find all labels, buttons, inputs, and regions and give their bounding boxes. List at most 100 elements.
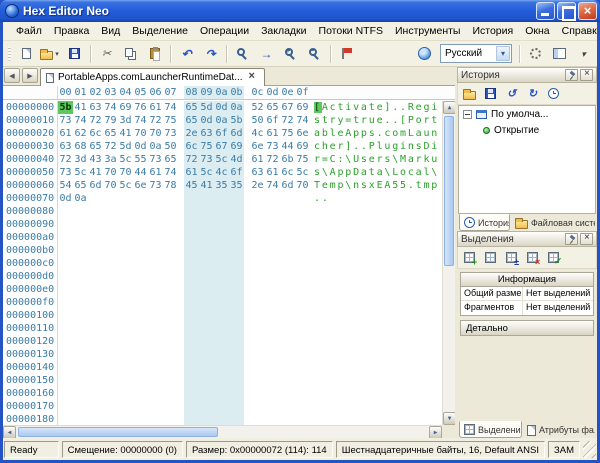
- hex-byte-cell[interactable]: [58, 270, 73, 283]
- hex-byte-cell[interactable]: 6b: [280, 153, 295, 166]
- ascii-cell[interactable]: Temp\nsxEA55.tmp: [314, 179, 440, 192]
- hex-byte-cell[interactable]: 6e: [295, 127, 310, 140]
- hex-byte-cell[interactable]: 69: [295, 140, 310, 153]
- hex-byte-cell[interactable]: [133, 231, 148, 244]
- hex-byte-cell[interactable]: [280, 270, 295, 283]
- hex-byte-cell[interactable]: [118, 205, 133, 218]
- hex-byte-cell[interactable]: 63: [250, 166, 265, 179]
- hex-byte-cell[interactable]: [250, 374, 265, 387]
- hex-byte-cell[interactable]: [199, 218, 214, 231]
- hex-byte-cell[interactable]: [214, 335, 229, 348]
- hex-byte-cell[interactable]: [184, 270, 199, 283]
- hex-byte-cell[interactable]: 62: [73, 127, 88, 140]
- hex-byte-cell[interactable]: [148, 218, 163, 231]
- hex-byte-cell[interactable]: [73, 309, 88, 322]
- hex-byte-cell[interactable]: [280, 257, 295, 270]
- hex-byte-cell[interactable]: [184, 322, 199, 335]
- hex-byte-cell[interactable]: [148, 283, 163, 296]
- hex-byte-cell[interactable]: [229, 218, 244, 231]
- hex-byte-cell[interactable]: [73, 374, 88, 387]
- hex-byte-cell[interactable]: [103, 322, 118, 335]
- hex-byte-cell[interactable]: [250, 296, 265, 309]
- hex-byte-cell[interactable]: 41: [88, 166, 103, 179]
- hex-byte-cell[interactable]: 61: [265, 166, 280, 179]
- panel-tab[interactable]: История: [459, 214, 510, 231]
- hex-byte-cell[interactable]: [103, 374, 118, 387]
- hex-byte-cell[interactable]: [184, 387, 199, 400]
- hex-byte-cell[interactable]: [58, 387, 73, 400]
- hex-byte-cell[interactable]: [199, 283, 214, 296]
- hex-byte-cell[interactable]: [280, 374, 295, 387]
- hex-byte-cell[interactable]: [163, 192, 178, 205]
- hex-byte-cell[interactable]: [214, 270, 229, 283]
- ascii-cell[interactable]: [314, 387, 440, 400]
- hex-byte-cell[interactable]: [73, 270, 88, 283]
- hex-byte-cell[interactable]: [250, 348, 265, 361]
- hex-byte-cell[interactable]: 65: [103, 127, 118, 140]
- hex-byte-cell[interactable]: [103, 231, 118, 244]
- tab-nav-back-icon[interactable]: [4, 68, 20, 83]
- hex-byte-cell[interactable]: [148, 387, 163, 400]
- open-history-button[interactable]: [460, 84, 479, 103]
- hex-byte-cell[interactable]: [88, 309, 103, 322]
- hex-byte-cell[interactable]: 72: [103, 140, 118, 153]
- hex-byte-cell[interactable]: [229, 374, 244, 387]
- hex-byte-cell[interactable]: 73: [148, 179, 163, 192]
- hex-byte-cell[interactable]: [118, 283, 133, 296]
- hex-byte-cell[interactable]: [118, 335, 133, 348]
- hex-byte-cell[interactable]: [280, 309, 295, 322]
- hex-byte-cell[interactable]: 61: [148, 101, 163, 114]
- hex-byte-cell[interactable]: [295, 244, 310, 257]
- hex-byte-cell[interactable]: [184, 244, 199, 257]
- hex-byte-cell[interactable]: [295, 374, 310, 387]
- hex-byte-cell[interactable]: [163, 387, 178, 400]
- hex-byte-cell[interactable]: [250, 361, 265, 374]
- paste-button[interactable]: [143, 43, 166, 65]
- hex-byte-cell[interactable]: [103, 257, 118, 270]
- hex-byte-cell[interactable]: [229, 296, 244, 309]
- horizontal-scroll-thumb[interactable]: [18, 427, 218, 437]
- panel-tab[interactable]: Атрибуты фа...: [523, 422, 595, 438]
- hex-byte-cell[interactable]: [229, 309, 244, 322]
- hex-byte-cell[interactable]: [199, 413, 214, 425]
- hex-byte-cell[interactable]: [265, 283, 280, 296]
- hex-byte-cell[interactable]: [280, 322, 295, 335]
- hex-byte-cell[interactable]: [103, 309, 118, 322]
- hex-byte-cell[interactable]: 3d: [73, 153, 88, 166]
- hex-byte-cell[interactable]: [148, 231, 163, 244]
- hex-byte-cell[interactable]: [280, 231, 295, 244]
- clear-selection-button[interactable]: [523, 248, 542, 267]
- hex-byte-cell[interactable]: 75: [163, 114, 178, 127]
- hex-byte-cell[interactable]: [103, 400, 118, 413]
- hex-byte-cell[interactable]: [214, 348, 229, 361]
- pin-icon[interactable]: [565, 233, 578, 245]
- redo-history-button[interactable]: [523, 84, 542, 103]
- hex-byte-cell[interactable]: [118, 218, 133, 231]
- hex-byte-cell[interactable]: [88, 361, 103, 374]
- hex-byte-cell[interactable]: [73, 361, 88, 374]
- hex-byte-cell[interactable]: [118, 296, 133, 309]
- hex-byte-cell[interactable]: [133, 296, 148, 309]
- hex-byte-cell[interactable]: 2e: [184, 127, 199, 140]
- hex-byte-cell[interactable]: [229, 361, 244, 374]
- hex-byte-cell[interactable]: 70: [103, 166, 118, 179]
- hex-byte-cell[interactable]: [265, 205, 280, 218]
- menu-item[interactable]: Файл: [10, 23, 48, 39]
- hex-byte-cell[interactable]: [250, 322, 265, 335]
- hex-byte-cell[interactable]: 63: [88, 101, 103, 114]
- ascii-cell[interactable]: [314, 205, 440, 218]
- hex-byte-cell[interactable]: [103, 413, 118, 425]
- hex-byte-cell[interactable]: [184, 192, 199, 205]
- hex-byte-cell[interactable]: [148, 244, 163, 257]
- hex-byte-cell[interactable]: [214, 413, 229, 425]
- hex-byte-cell[interactable]: [280, 387, 295, 400]
- hex-byte-cell[interactable]: 69: [118, 101, 133, 114]
- hex-byte-cell[interactable]: [88, 374, 103, 387]
- hex-byte-cell[interactable]: 67: [214, 140, 229, 153]
- hex-byte-cell[interactable]: [88, 257, 103, 270]
- hex-byte-cell[interactable]: 5d: [118, 140, 133, 153]
- ascii-cell[interactable]: [314, 231, 440, 244]
- hex-byte-cell[interactable]: [133, 192, 148, 205]
- hex-byte-cell[interactable]: [103, 218, 118, 231]
- hex-byte-cell[interactable]: [163, 244, 178, 257]
